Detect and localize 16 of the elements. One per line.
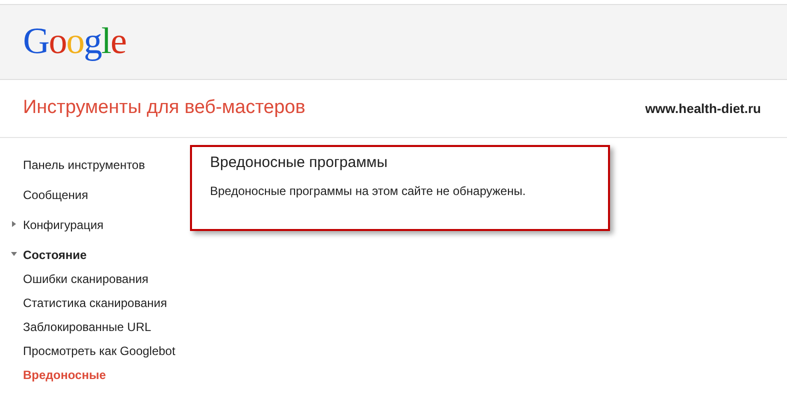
google-logo[interactable]: Google (23, 22, 126, 62)
page-title: Инструменты для веб-мастеров (23, 96, 306, 120)
sidebar-item[interactable]: Заблокированные URL (23, 318, 183, 336)
site-name: www.health-diet.ru (645, 100, 761, 118)
sidebar-item[interactable]: Статистика сканирования (23, 294, 183, 312)
expand-triangle-icon[interactable] (11, 221, 17, 227)
sidebar-item[interactable]: Просмотреть как Googlebot (23, 342, 183, 360)
panel-message: Вредоносные программы на этом сайте не обнаружены. (210, 183, 527, 200)
sidebar-item[interactable]: Ошибки сканирования (23, 270, 183, 288)
sidebar-item[interactable]: Конфигурация (23, 216, 183, 234)
sidebar-item[interactable]: Вредоносные (23, 366, 183, 384)
panel-title: Вредоносные программы (210, 153, 389, 173)
sidebar-item[interactable]: Состояние (23, 246, 183, 264)
sidebar-item[interactable]: Панель инструментов (23, 156, 183, 174)
sidebar-item[interactable]: Сообщения (23, 186, 183, 204)
collapse-triangle-icon[interactable] (11, 251, 17, 257)
